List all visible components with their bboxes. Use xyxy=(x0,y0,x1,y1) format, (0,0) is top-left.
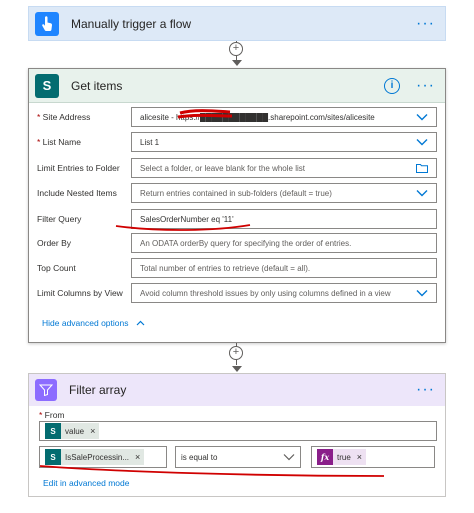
remove-token-icon[interactable]: × xyxy=(357,452,362,462)
order-by-input[interactable]: An ODATA orderBy query for specifying th… xyxy=(131,233,437,253)
site-address-value: alicesite - https://████████████.sharepo… xyxy=(140,112,375,122)
chevron-down-icon xyxy=(416,139,428,146)
sharepoint-icon: S xyxy=(35,73,59,98)
nested-items-placeholder: Return entries contained in sub-folders … xyxy=(140,188,332,198)
list-name-value: List 1 xyxy=(140,137,160,147)
filter-array-title: Filter array xyxy=(69,383,127,397)
get-items-title: Get items xyxy=(71,78,123,93)
hide-advanced-options-link[interactable]: Hide advanced options xyxy=(42,318,145,328)
limit-columns-dropdown[interactable]: Avoid column threshold issues by only us… xyxy=(131,283,437,303)
remove-token-icon[interactable]: × xyxy=(135,452,140,462)
operator-dropdown[interactable]: is equal to xyxy=(175,446,301,468)
chevron-down-icon xyxy=(416,290,428,297)
info-icon[interactable]: i xyxy=(384,77,401,94)
top-count-placeholder: Total number of entries to retrieve (def… xyxy=(140,263,311,273)
field-label: Include Nested Items xyxy=(37,188,117,198)
chevron-down-icon xyxy=(416,114,428,121)
field-filter-query: Filter Query SalesOrderNumber eq '11' xyxy=(37,209,439,229)
folder-icon[interactable] xyxy=(416,163,428,173)
filter-array-more-button[interactable]: ··· xyxy=(416,381,435,399)
add-step-icon[interactable]: + xyxy=(229,346,243,360)
field-limit-columns: Limit Columns by View Avoid column thres… xyxy=(37,283,439,303)
chevron-up-icon xyxy=(136,320,145,326)
trigger-header[interactable]: Manually trigger a flow ··· xyxy=(29,7,445,40)
field-order-by: Order By An ODATA orderBy query for spec… xyxy=(37,233,439,253)
trigger-title: Manually trigger a flow xyxy=(71,16,192,31)
filter-query-value: SalesOrderNumber eq '11' xyxy=(140,214,234,224)
edit-advanced-mode-link[interactable]: Edit in advanced mode xyxy=(43,478,129,488)
filter-array-header[interactable]: Filter array ··· xyxy=(29,374,445,406)
filter-icon xyxy=(35,379,57,401)
field-limit-folder: Limit Entries to Folder Select a folder,… xyxy=(37,158,439,178)
get-items-card: S Get items i ··· * Site Address alicesi… xyxy=(28,68,446,343)
chevron-down-icon xyxy=(283,454,295,461)
folder-placeholder: Select a folder, or leave blank for the … xyxy=(140,163,305,173)
field-label: * Site Address xyxy=(37,112,91,122)
sharepoint-icon: S xyxy=(45,423,61,439)
field-label: Top Count xyxy=(37,263,76,273)
add-step-icon[interactable]: + xyxy=(229,42,243,56)
field-top-count: Top Count Total number of entries to ret… xyxy=(37,258,439,278)
remove-token-icon[interactable]: × xyxy=(90,426,95,436)
condition-left-input[interactable]: S IsSaleProcessin... × xyxy=(39,446,167,468)
dynamic-content-token[interactable]: S IsSaleProcessin... × xyxy=(45,449,145,465)
folder-input[interactable]: Select a folder, or leave blank for the … xyxy=(131,158,437,178)
sharepoint-icon: S xyxy=(45,449,61,465)
from-input[interactable]: S value × xyxy=(39,421,437,441)
filter-array-card: Filter array ··· * From S value × S IsSa… xyxy=(28,373,446,497)
trigger-card[interactable]: Manually trigger a flow ··· xyxy=(28,6,446,41)
site-address-dropdown[interactable]: alicesite - https://████████████.sharepo… xyxy=(131,107,437,127)
limit-columns-placeholder: Avoid column threshold issues by only us… xyxy=(140,288,391,298)
get-items-more-button[interactable]: ··· xyxy=(416,77,435,95)
arrow-down-icon xyxy=(232,366,242,372)
field-label: Limit Entries to Folder xyxy=(37,163,120,173)
field-label: Limit Columns by View xyxy=(37,288,123,298)
field-label: * List Name xyxy=(37,137,81,147)
field-list-name: * List Name List 1 xyxy=(37,132,439,152)
operator-value: is equal to xyxy=(181,452,218,462)
fx-icon: fx xyxy=(317,449,333,465)
condition-right-input[interactable]: fx true × xyxy=(311,446,435,468)
list-name-dropdown[interactable]: List 1 xyxy=(131,132,437,152)
order-by-placeholder: An ODATA orderBy query for specifying th… xyxy=(140,238,352,248)
filter-query-input[interactable]: SalesOrderNumber eq '11' xyxy=(131,209,437,229)
dynamic-content-token[interactable]: S value × xyxy=(45,423,100,439)
field-label: Order By xyxy=(37,238,72,248)
field-nested-items: Include Nested Items Return entries cont… xyxy=(37,183,439,203)
from-label: * From xyxy=(39,410,65,420)
field-site-address: * Site Address alicesite - https://█████… xyxy=(37,107,439,127)
nested-items-dropdown[interactable]: Return entries contained in sub-folders … xyxy=(131,183,437,203)
chevron-down-icon xyxy=(416,190,428,197)
trigger-more-button[interactable]: ··· xyxy=(416,15,435,33)
get-items-header[interactable]: S Get items i ··· xyxy=(29,69,445,103)
hand-pointer-icon xyxy=(35,11,59,36)
arrow-down-icon xyxy=(232,60,242,66)
top-count-input[interactable]: Total number of entries to retrieve (def… xyxy=(131,258,437,278)
expression-token[interactable]: fx true × xyxy=(317,449,367,465)
field-label: Filter Query xyxy=(37,214,82,224)
